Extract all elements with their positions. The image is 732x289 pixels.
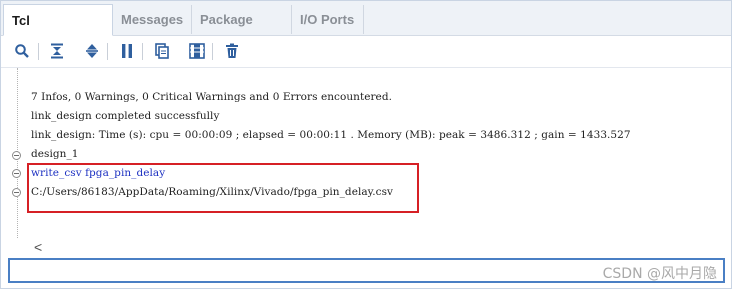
copy-icon[interactable] (152, 41, 172, 61)
tab-messages[interactable]: Messages (113, 5, 192, 34)
watermark: CSDN @风中月隐 (602, 266, 717, 282)
scroll-left-icon[interactable]: < (34, 238, 42, 256)
tcl-console-panel: Tcl Console× Messages Package Pins I/O P… (0, 0, 732, 289)
highlight-box (27, 163, 419, 213)
toolbar-separator (38, 43, 39, 60)
pause-icon[interactable] (117, 41, 137, 61)
tab-package-pins[interactable]: Package Pins (192, 5, 292, 56)
toolbar-separator (107, 43, 108, 60)
tab-bar: Tcl Console× Messages Package Pins I/O P… (1, 1, 731, 59)
tab-label: I/O Ports (300, 12, 355, 27)
delete-icon[interactable] (222, 41, 242, 61)
fold-toggle-icon[interactable] (12, 151, 21, 160)
console-toolbar (1, 36, 731, 68)
tab-label: Messages (121, 12, 184, 27)
console-line: design_1 (31, 148, 79, 160)
console-line: 7 Infos, 0 Warnings, 0 Critical Warnings… (31, 91, 392, 103)
tab-io-ports[interactable]: I/O Ports (292, 5, 364, 34)
console-output[interactable]: 7 Infos, 0 Warnings, 0 Critical Warnings… (1, 68, 731, 238)
toolbar-separator (142, 43, 143, 60)
console-line: link_design completed successfully (31, 110, 220, 122)
toolbar-separator (212, 43, 213, 60)
fold-toggle-icon[interactable] (12, 188, 21, 197)
search-icon[interactable] (12, 41, 32, 61)
horizontal-scrollbar[interactable]: < (1, 238, 731, 256)
console-line: link_design: Time (s): cpu = 00:00:09 ; … (31, 129, 631, 141)
collapse-all-icon[interactable] (47, 41, 67, 61)
tab-tcl-console[interactable]: Tcl Console× (3, 4, 113, 59)
expand-all-icon[interactable] (82, 41, 102, 61)
fold-toggle-icon[interactable] (12, 169, 21, 178)
column-select-icon[interactable] (187, 41, 207, 61)
